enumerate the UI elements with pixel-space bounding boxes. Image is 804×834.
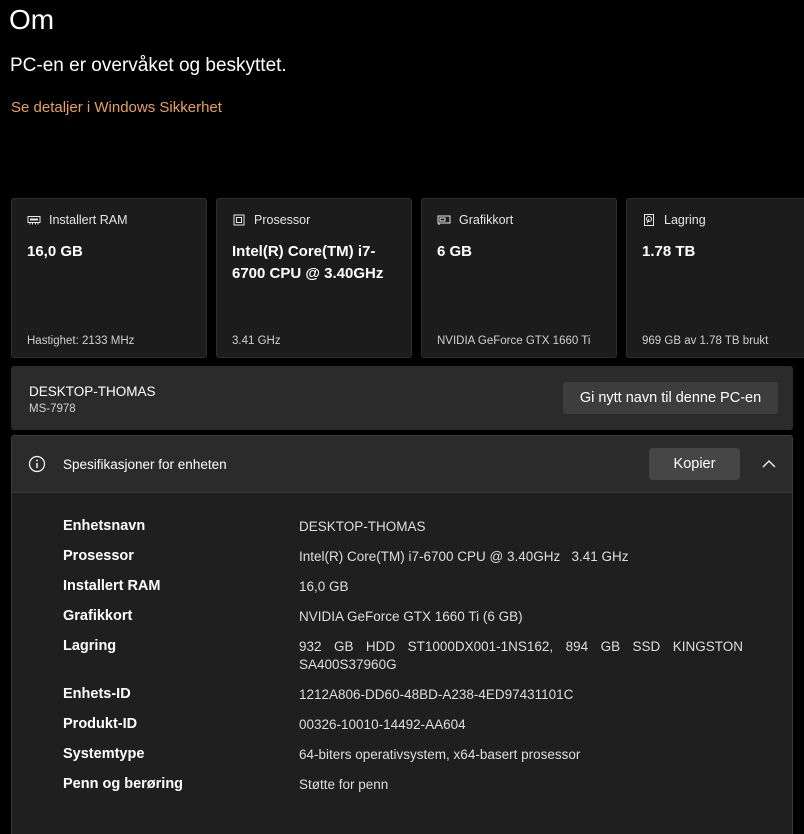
card-graphics-value: 6 GB: [437, 243, 473, 260]
spec-row-device-name: Enhetsnavn DESKTOP-THOMAS: [63, 518, 763, 536]
spec-label: Lagring: [63, 638, 117, 654]
card-storage-footer: 969 GB av 1.78 TB brukt: [642, 335, 769, 347]
protection-status: PC-en er overvåket og beskyttet.: [10, 55, 287, 76]
spec-label: Penn og berøring: [63, 776, 184, 792]
spec-row-product-id: Produkt-ID 00326-10010-14492-AA604: [63, 716, 763, 734]
processor-icon: [233, 214, 245, 226]
about-page: Om PC-en er overvåket og beskyttet. Se d…: [0, 0, 804, 834]
spec-label: Installert RAM: [63, 578, 161, 594]
device-model: MS-7978: [29, 403, 76, 415]
windows-security-link[interactable]: Se detaljer i Windows Sikkerhet: [11, 99, 222, 116]
ram-icon: [27, 216, 41, 225]
spec-value: Intel(R) Core(TM) i7-6700 CPU @ 3.40GHz …: [299, 549, 629, 564]
spec-value: NVIDIA GeForce GTX 1660 Ti (6 GB): [299, 609, 523, 624]
spec-row-processor: Prosessor Intel(R) Core(TM) i7-6700 CPU …: [63, 548, 763, 566]
copy-button[interactable]: Kopier: [649, 448, 740, 480]
card-storage-value: 1.78 TB: [642, 243, 696, 260]
spec-label: Grafikkort: [63, 608, 133, 624]
card-processor: Prosessor Intel(R) Core(TM) i7-6700 CPU …: [216, 198, 412, 358]
card-graphics-label: Grafikkort: [459, 213, 514, 227]
card-processor-label: Prosessor: [254, 213, 311, 227]
device-name: DESKTOP-THOMAS: [29, 384, 156, 399]
spec-value: DESKTOP-THOMAS: [299, 519, 426, 534]
card-ram: Installert RAM 16,0 GB Hastighet: 2133 M…: [11, 198, 207, 358]
card-processor-footer: 3.41 GHz: [232, 335, 281, 347]
spec-row-graphics: Grafikkort NVIDIA GeForce GTX 1660 Ti (6…: [63, 608, 763, 626]
card-ram-value: 16,0 GB: [27, 243, 83, 260]
card-ram-label: Installert RAM: [49, 213, 128, 227]
device-specifications-panel: Spesifikasjoner for enheten Kopier Enhet…: [11, 435, 793, 834]
spec-value: 1212A806-DD60-48BD-A238-4ED97431101C: [299, 687, 574, 702]
spec-row-system-type: Systemtype 64-biters operativsystem, x64…: [63, 746, 763, 764]
rename-pc-button[interactable]: Gi nytt navn til denne PC-en: [563, 382, 778, 414]
card-ram-footer: Hastighet: 2133 MHz: [27, 335, 135, 347]
spec-value: 00326-10010-14492-AA604: [299, 717, 466, 732]
spec-label: Enhetsnavn: [63, 518, 146, 534]
specs-title: Spesifikasjoner for enheten: [63, 457, 227, 472]
spec-label: Prosessor: [63, 548, 134, 564]
spec-value: Støtte for penn: [299, 777, 389, 792]
spec-value: 932 GB HDD ST1000DX001-1NS162, 894 GB SS…: [299, 639, 743, 672]
card-graphics: Grafikkort 6 GB NVIDIA GeForce GTX 1660 …: [421, 198, 617, 358]
spec-label: Enhets-ID: [63, 686, 131, 702]
spec-label: Systemtype: [63, 746, 145, 762]
spec-cards: Installert RAM 16,0 GB Hastighet: 2133 M…: [11, 198, 804, 358]
spec-value: 16,0 GB: [299, 579, 349, 594]
info-icon: [28, 455, 46, 473]
spec-row-pen-touch: Penn og berøring Støtte for penn: [63, 776, 763, 794]
card-graphics-footer: NVIDIA GeForce GTX 1660 Ti: [437, 335, 591, 347]
card-processor-value: Intel(R) Core(TM) i7-6700 CPU @ 3.40GHz: [232, 243, 384, 282]
spec-row-ram: Installert RAM 16,0 GB: [63, 578, 763, 596]
card-storage-label: Lagring: [664, 213, 706, 227]
spec-row-device-id: Enhets-ID 1212A806-DD60-48BD-A238-4ED974…: [63, 686, 763, 704]
spec-value: 64-biters operativsystem, x64-basert pro…: [299, 747, 581, 762]
page-title: Om: [9, 4, 55, 35]
storage-icon: [644, 214, 654, 226]
specs-header[interactable]: Spesifikasjoner for enheten Kopier: [12, 436, 792, 493]
spec-row-storage: Lagring 932 GB HDD ST1000DX001-1NS162, 8…: [63, 638, 763, 674]
device-bar: DESKTOP-THOMAS MS-7978 Gi nytt navn til …: [11, 366, 793, 430]
card-storage: Lagring 1.78 TB 969 GB av 1.78 TB brukt: [626, 198, 804, 358]
graphics-card-icon: [437, 215, 451, 225]
chevron-up-icon[interactable]: [760, 455, 778, 473]
spec-label: Produkt-ID: [63, 716, 138, 732]
